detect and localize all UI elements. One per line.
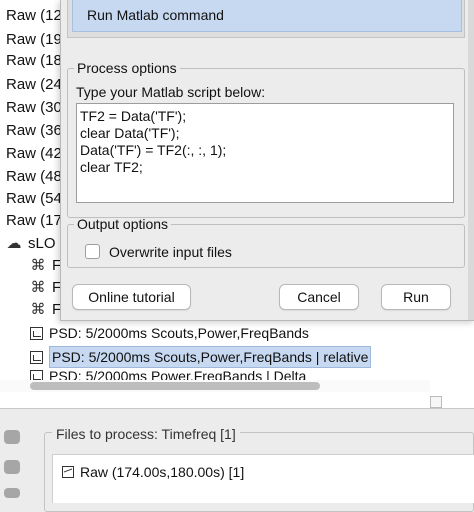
- spectrum-icon: [30, 350, 43, 364]
- matlab-script-input[interactable]: TF2 = Data('TF'); clear Data('TF'); Data…: [76, 103, 454, 203]
- tree-item-psd-selected[interactable]: PSD: 5/2000ms Scouts,Power,FreqBands | r…: [30, 346, 372, 368]
- tree-item-scout[interactable]: ⌘ F: [30, 300, 62, 320]
- tree-item-raw[interactable]: Raw (19: [6, 30, 62, 50]
- overwrite-checkbox[interactable]: [85, 244, 100, 259]
- cancel-button[interactable]: Cancel: [279, 284, 359, 310]
- tree-item-label: PSD: 5/2000ms Scouts,Power,FreqBands: [49, 325, 309, 341]
- timefreq-icon: [62, 466, 74, 478]
- brain-icon: ☁: [6, 235, 22, 252]
- tree-item-label: PSD: 5/2000ms Scouts,Power,FreqBands | r…: [49, 346, 372, 368]
- script-label: Type your Matlab script below:: [76, 84, 266, 100]
- process-list: Run Matlab command: [67, 0, 465, 38]
- tree-item-raw[interactable]: Raw (30: [6, 98, 62, 118]
- connectivity-icon: ⌘: [30, 257, 46, 274]
- connectivity-icon: ⌘: [30, 301, 46, 318]
- tree-item-raw[interactable]: Raw (17: [6, 211, 62, 231]
- tree-item-raw[interactable]: Raw (48: [6, 167, 62, 187]
- layers-icon[interactable]: [4, 430, 20, 444]
- file-item[interactable]: Raw (174.00s,180.00s) [1]: [62, 464, 244, 480]
- tree-item-raw[interactable]: Raw (18: [6, 51, 62, 71]
- tree-scroll-corner: [430, 396, 442, 408]
- tree-item-raw[interactable]: Raw (42: [6, 144, 62, 164]
- brain-icon[interactable]: [4, 460, 20, 474]
- dialog-edge: [468, 0, 474, 320]
- tree-item-raw[interactable]: Raw (24: [6, 75, 62, 95]
- process-options-legend: Process options: [77, 60, 177, 76]
- output-options-group: Output options: [67, 216, 465, 268]
- tree-item-psd[interactable]: PSD: 5/2000ms Scouts,Power,FreqBands: [30, 323, 309, 343]
- tree-item-scout[interactable]: ⌘ F: [30, 256, 62, 276]
- process-dialog: Run Matlab command Process options Type …: [60, 0, 474, 321]
- output-options-legend: Output options: [77, 216, 169, 232]
- spectrum-icon: [30, 326, 43, 340]
- process-item-selected[interactable]: Run Matlab command: [72, 0, 462, 32]
- tree-item-raw[interactable]: Raw (36: [6, 121, 62, 141]
- tree-item-sloreta[interactable]: ☁ sLO: [6, 234, 56, 254]
- tree-item-scout[interactable]: ⌘ F: [30, 278, 62, 298]
- scouts-icon[interactable]: [4, 488, 20, 498]
- files-to-process-label: Files to process: Timefreq [1]: [52, 426, 240, 442]
- tree-item-raw[interactable]: Raw (12: [6, 6, 62, 26]
- tree-item-label: sLO: [28, 235, 56, 252]
- run-button[interactable]: Run: [381, 284, 451, 310]
- tree-scrollbar-thumb[interactable]: [30, 382, 320, 390]
- tree-item-raw[interactable]: Raw (54: [6, 189, 62, 209]
- online-tutorial-button[interactable]: Online tutorial: [72, 284, 191, 310]
- connectivity-icon: ⌘: [30, 279, 46, 296]
- file-item-label: Raw (174.00s,180.00s) [1]: [80, 464, 245, 480]
- overwrite-label: Overwrite input files: [109, 244, 232, 260]
